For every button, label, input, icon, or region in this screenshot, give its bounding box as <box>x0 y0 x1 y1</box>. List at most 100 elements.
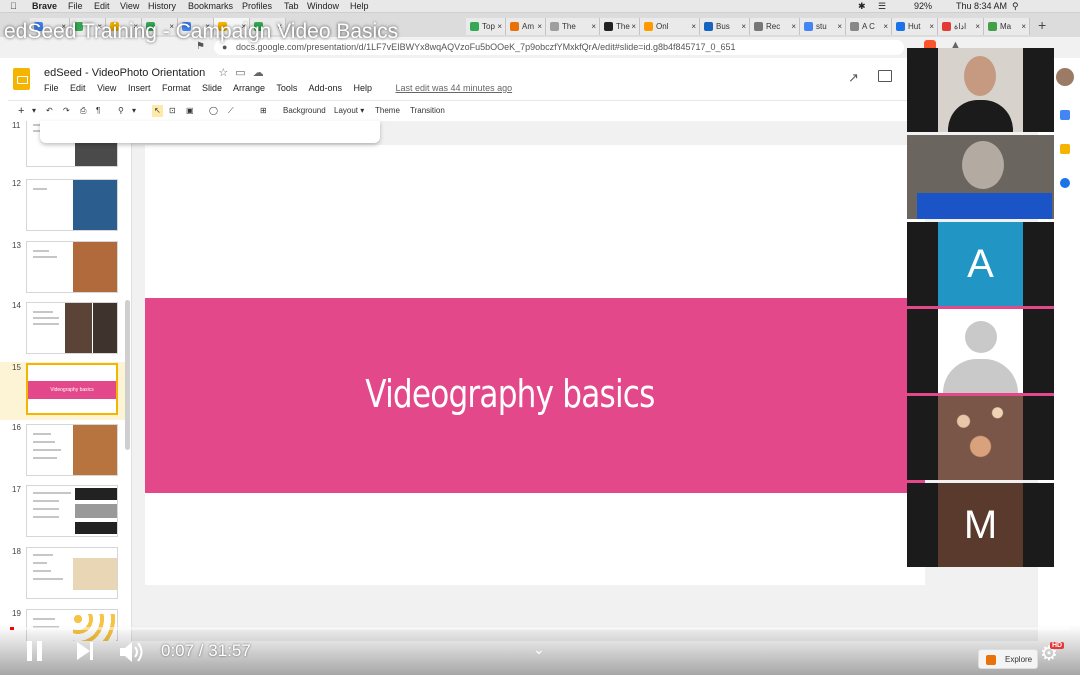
close-icon[interactable]: × <box>883 18 888 35</box>
doc-menu-insert[interactable]: Insert <box>128 83 151 93</box>
browser-tab[interactable]: Top × <box>466 18 506 35</box>
calendar-icon[interactable] <box>1060 110 1070 120</box>
close-icon[interactable]: × <box>837 18 842 35</box>
activity-dashboard-icon[interactable]: ↗ <box>848 70 859 86</box>
print-icon[interactable]: ⎙ <box>80 105 86 117</box>
chevron-down-icon[interactable]: ⌄ <box>533 641 545 658</box>
chevron-down-icon[interactable]: ▾ <box>32 105 36 117</box>
doc-menu-format[interactable]: Format <box>162 83 191 93</box>
participant-tile[interactable] <box>907 396 1054 480</box>
comments-icon[interactable] <box>878 70 892 82</box>
chevron-down-icon[interactable]: ▾ <box>132 105 136 117</box>
shape-icon[interactable]: ◯ <box>209 105 218 117</box>
close-icon[interactable]: × <box>591 18 596 35</box>
participant-tile[interactable]: A <box>907 222 1054 309</box>
text-box-icon[interactable]: ⊡ <box>169 105 176 117</box>
video-title[interactable]: edSeed Training - Campaign Video Basics <box>4 20 398 44</box>
participant-tile[interactable] <box>907 309 1054 396</box>
zoom-icon[interactable]: ⚲ <box>118 105 124 117</box>
doc-menu-arrange[interactable]: Arrange <box>233 83 265 93</box>
doc-menu-view[interactable]: View <box>97 83 116 93</box>
new-slide-button[interactable]: + <box>18 105 24 117</box>
slide-thumbnail[interactable] <box>26 179 118 231</box>
document-title[interactable]: edSeed - VideoPhoto Orientation ☆ ▭ ☁ <box>44 66 264 79</box>
clock[interactable]: Thu 8:34 AM <box>956 0 1007 12</box>
slide-title[interactable]: Videography basics <box>145 372 875 416</box>
image-icon[interactable]: ▣ <box>186 105 194 117</box>
cloud-status-icon[interactable]: ☁ <box>253 67 264 79</box>
tasks-icon[interactable] <box>1060 178 1070 188</box>
slide-thumbnail[interactable] <box>26 485 118 537</box>
doc-menu-file[interactable]: File <box>44 83 59 93</box>
doc-menu-edit[interactable]: Edit <box>70 83 86 93</box>
paint-format-icon[interactable]: ¶ <box>96 105 100 117</box>
undo-icon[interactable]: ↶ <box>46 105 53 117</box>
slide-thumbnail[interactable] <box>26 424 118 476</box>
browser-tab[interactable]: A C × <box>846 18 892 35</box>
filmstrip-scrollbar[interactable] <box>125 300 130 450</box>
browser-tab[interactable]: Hut × <box>892 18 938 35</box>
pause-button[interactable] <box>25 641 45 663</box>
browser-tab[interactable]: Onl × <box>640 18 700 35</box>
slide-thumbnail[interactable] <box>26 302 118 354</box>
browser-tab[interactable]: Rec × <box>750 18 800 35</box>
move-folder-icon[interactable]: ▭ <box>235 67 245 79</box>
browser-tab[interactable]: Bus × <box>700 18 750 35</box>
menu-bookmarks[interactable]: Bookmarks <box>188 0 233 12</box>
bluetooth-icon[interactable]: ✱ <box>858 0 866 12</box>
select-cursor-icon[interactable]: ↖ <box>152 105 163 117</box>
next-button[interactable] <box>75 641 95 663</box>
menu-history[interactable]: History <box>148 0 176 12</box>
transition-button[interactable]: Transition <box>410 105 445 117</box>
spotlight-icon[interactable]: ⚲ <box>1012 0 1019 12</box>
close-icon[interactable]: × <box>537 18 542 35</box>
video-progress-bar[interactable] <box>10 627 1070 630</box>
slide-thumbnail-selected[interactable]: Videography basics <box>26 363 118 415</box>
participant-tile[interactable] <box>907 135 1054 219</box>
menu-edit[interactable]: Edit <box>94 0 110 12</box>
comment-add-icon[interactable]: ⊞ <box>260 105 267 117</box>
star-icon[interactable]: ☆ <box>218 67 228 79</box>
doc-menu-addons[interactable]: Add-ons <box>308 83 342 93</box>
redo-icon[interactable]: ↷ <box>63 105 70 117</box>
last-edit-link[interactable]: Last edit was 44 minutes ago <box>396 83 513 93</box>
close-icon[interactable]: × <box>631 18 636 35</box>
background-button[interactable]: Background <box>283 105 326 117</box>
browser-tab[interactable]: The × <box>600 18 640 35</box>
theme-button[interactable]: Theme <box>375 105 400 117</box>
battery-level[interactable]: 92% <box>914 0 932 12</box>
browser-tab[interactable]: اداة × <box>938 18 984 35</box>
settings-button[interactable]: ⚙ HD <box>1040 642 1066 664</box>
slide-filmstrip[interactable]: 11 12 13 14 15 Videography basics 16 17 <box>0 121 132 641</box>
document-title-text[interactable]: edSeed - VideoPhoto Orientation <box>44 67 205 79</box>
participant-tile[interactable]: M <box>907 483 1054 567</box>
close-icon[interactable]: × <box>791 18 796 35</box>
volume-button[interactable] <box>119 640 145 664</box>
new-tab-button[interactable]: + <box>1038 17 1046 33</box>
layout-button[interactable]: Layout ▾ <box>334 105 364 117</box>
browser-tab[interactable]: The × <box>546 18 600 35</box>
slide-thumbnail[interactable] <box>26 241 118 293</box>
line-icon[interactable]: ⟋ <box>228 105 234 117</box>
browser-tab[interactable]: Am × <box>506 18 546 35</box>
close-icon[interactable]: × <box>975 18 980 35</box>
menu-view[interactable]: View <box>120 0 139 12</box>
menu-profiles[interactable]: Profiles <box>242 0 272 12</box>
keep-icon[interactable] <box>1060 144 1070 154</box>
account-avatar[interactable] <box>1056 68 1074 86</box>
participant-tile[interactable] <box>907 48 1054 132</box>
apple-icon[interactable]:  <box>10 0 17 12</box>
close-icon[interactable]: × <box>741 18 746 35</box>
browser-tab[interactable]: Ma × <box>984 18 1030 35</box>
slide-thumbnail[interactable] <box>26 547 118 599</box>
close-icon[interactable]: × <box>497 18 502 35</box>
doc-menu-slide[interactable]: Slide <box>202 83 222 93</box>
wifi-icon[interactable]: ☰ <box>878 0 886 12</box>
menu-file[interactable]: File <box>68 0 83 12</box>
doc-menu-tools[interactable]: Tools <box>276 83 297 93</box>
explore-button[interactable]: Explore <box>978 649 1038 669</box>
menu-help[interactable]: Help <box>350 0 369 12</box>
close-icon[interactable]: × <box>1021 18 1026 35</box>
browser-tab[interactable]: stu × <box>800 18 846 35</box>
menu-tab[interactable]: Tab <box>284 0 299 12</box>
